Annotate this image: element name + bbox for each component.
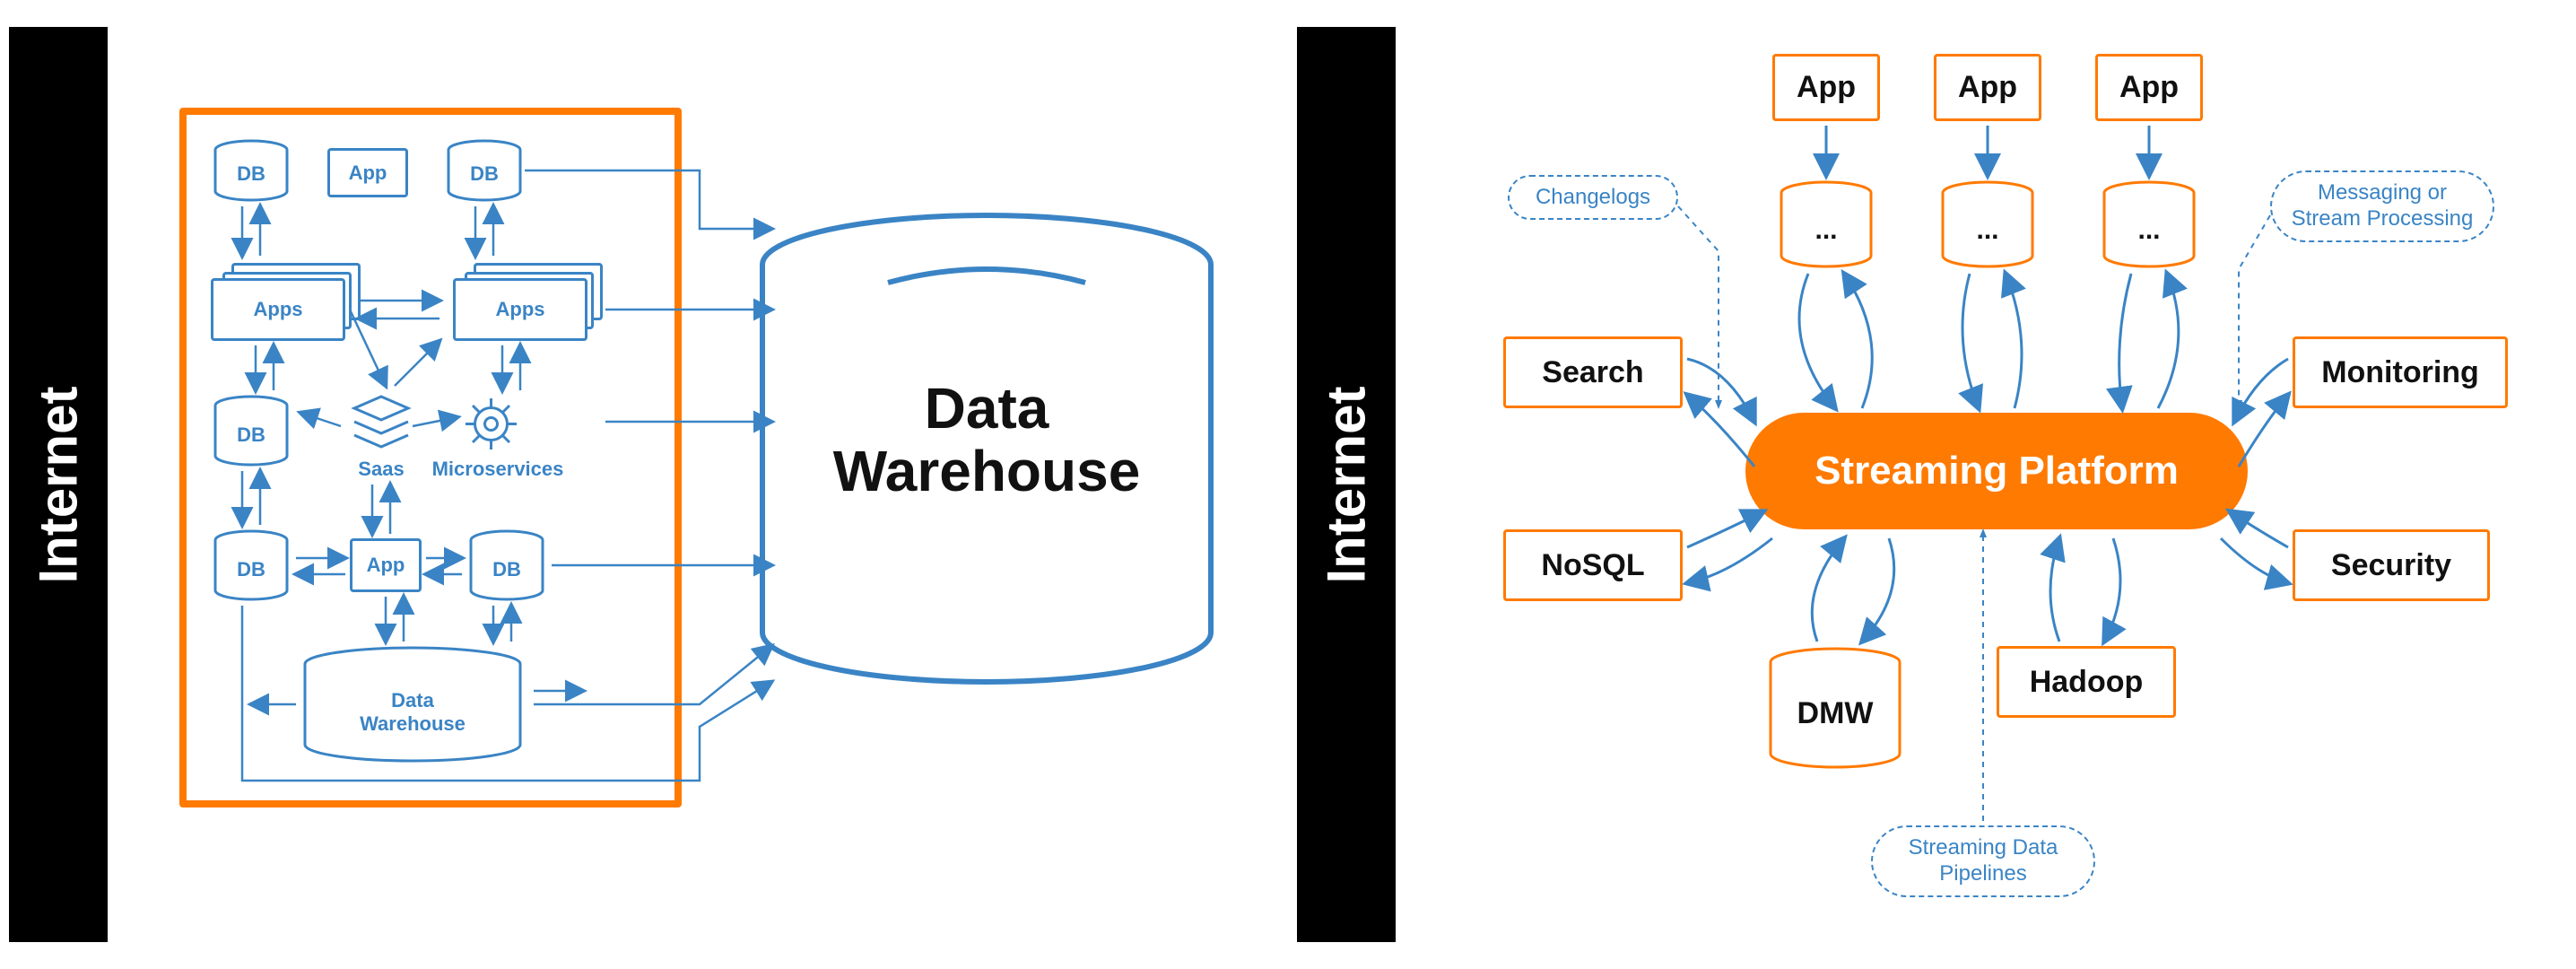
- db3-cylinder-icon: DB: [211, 395, 292, 467]
- search-box: Search: [1503, 336, 1683, 408]
- nosql-box: NoSQL: [1503, 529, 1683, 601]
- app-box-2-label: App: [1958, 70, 2017, 105]
- apps1-label: Apps: [254, 298, 303, 321]
- security-box: Security: [2293, 529, 2490, 601]
- stage-left: Data Warehouse DB App DB Apps Apps DB: [126, 0, 1288, 969]
- apps1-stack: Apps: [211, 278, 345, 341]
- messaging-annotation: Messaging or Stream Processing: [2270, 170, 2494, 242]
- internet-label-right: Internet: [1316, 386, 1378, 583]
- panel-traditional: Internet Data Warehouse DB App DB: [0, 0, 1288, 969]
- apps2-label: Apps: [496, 298, 545, 321]
- db2-cylinder-icon: DB: [444, 139, 525, 202]
- internet-label-left: Internet: [28, 386, 90, 583]
- app-box-3: App: [2095, 54, 2203, 121]
- streaming-platform-pill: Streaming Platform: [1745, 413, 2248, 529]
- stage-right: App App App ... ... ... Search NoS: [1414, 0, 2576, 969]
- search-label: Search: [1542, 355, 1643, 390]
- apps2-stack: Apps: [453, 278, 587, 341]
- monitoring-label: Monitoring: [2321, 355, 2479, 390]
- app-box-1-label: App: [1797, 70, 1856, 105]
- dw-small-line2: Warehouse: [360, 712, 466, 735]
- saas-label: Saas: [345, 458, 417, 481]
- dw-small-cylinder-icon: Data Warehouse: [296, 646, 529, 763]
- messaging-line1: Messaging or: [2292, 180, 2474, 206]
- hadoop-label: Hadoop: [2030, 665, 2144, 700]
- nosql-label: NoSQL: [1541, 548, 1644, 583]
- app-box-1: App: [1772, 54, 1880, 121]
- internet-bar-right: Internet: [1297, 27, 1396, 942]
- pipelines-line2: Pipelines: [1909, 861, 2058, 887]
- hadoop-box: Hadoop: [1997, 646, 2176, 718]
- cyl-3-label: ...: [2137, 215, 2160, 245]
- app2-box: App: [350, 538, 422, 592]
- app-box-2: App: [1934, 54, 2041, 121]
- microservices-label: Microservices: [426, 458, 570, 481]
- cyl-3-icon: ...: [2100, 179, 2198, 269]
- cyl-1-label: ...: [1815, 215, 1837, 245]
- db4-label: DB: [237, 558, 265, 581]
- changelogs-annotation: Changelogs: [1508, 175, 1678, 220]
- security-label: Security: [2331, 548, 2451, 583]
- streaming-platform-label: Streaming Platform: [1815, 449, 2179, 493]
- dw-line2: Warehouse: [807, 440, 1166, 502]
- app2-label: App: [367, 554, 405, 577]
- dw-small-line1: Data: [391, 689, 434, 711]
- db4-cylinder-icon: DB: [211, 529, 292, 601]
- pipelines-annotation: Streaming Data Pipelines: [1871, 825, 2095, 897]
- app1-box: App: [327, 148, 408, 197]
- db5-label: DB: [492, 558, 521, 581]
- cyl-2-label: ...: [1976, 215, 1998, 245]
- app1-label: App: [349, 162, 387, 185]
- db2-label: DB: [470, 162, 499, 185]
- panel-streaming: Internet App App App ... ... ...: [1288, 0, 2576, 969]
- app-box-3-label: App: [2119, 70, 2179, 105]
- cyl-1-icon: ...: [1777, 179, 1875, 269]
- pipelines-line1: Streaming Data: [1909, 835, 2058, 861]
- db3-label: DB: [237, 423, 265, 446]
- monitoring-box: Monitoring: [2293, 336, 2508, 408]
- db5-cylinder-icon: DB: [466, 529, 547, 601]
- dmw-cylinder-icon: DMW: [1763, 646, 1907, 772]
- microservices-gear-icon: [462, 395, 520, 453]
- dmw-label: DMW: [1797, 696, 1875, 730]
- db1-label: DB: [237, 162, 265, 185]
- messaging-line2: Stream Processing: [2292, 206, 2474, 232]
- db1-cylinder-icon: DB: [211, 139, 292, 202]
- dw-line1: Data: [807, 377, 1166, 440]
- internet-bar-left: Internet: [9, 27, 108, 942]
- changelogs-label: Changelogs: [1536, 185, 1650, 211]
- cyl-2-icon: ...: [1938, 179, 2037, 269]
- data-warehouse-label: Data Warehouse: [807, 377, 1166, 503]
- saas-layers-icon: [350, 395, 413, 453]
